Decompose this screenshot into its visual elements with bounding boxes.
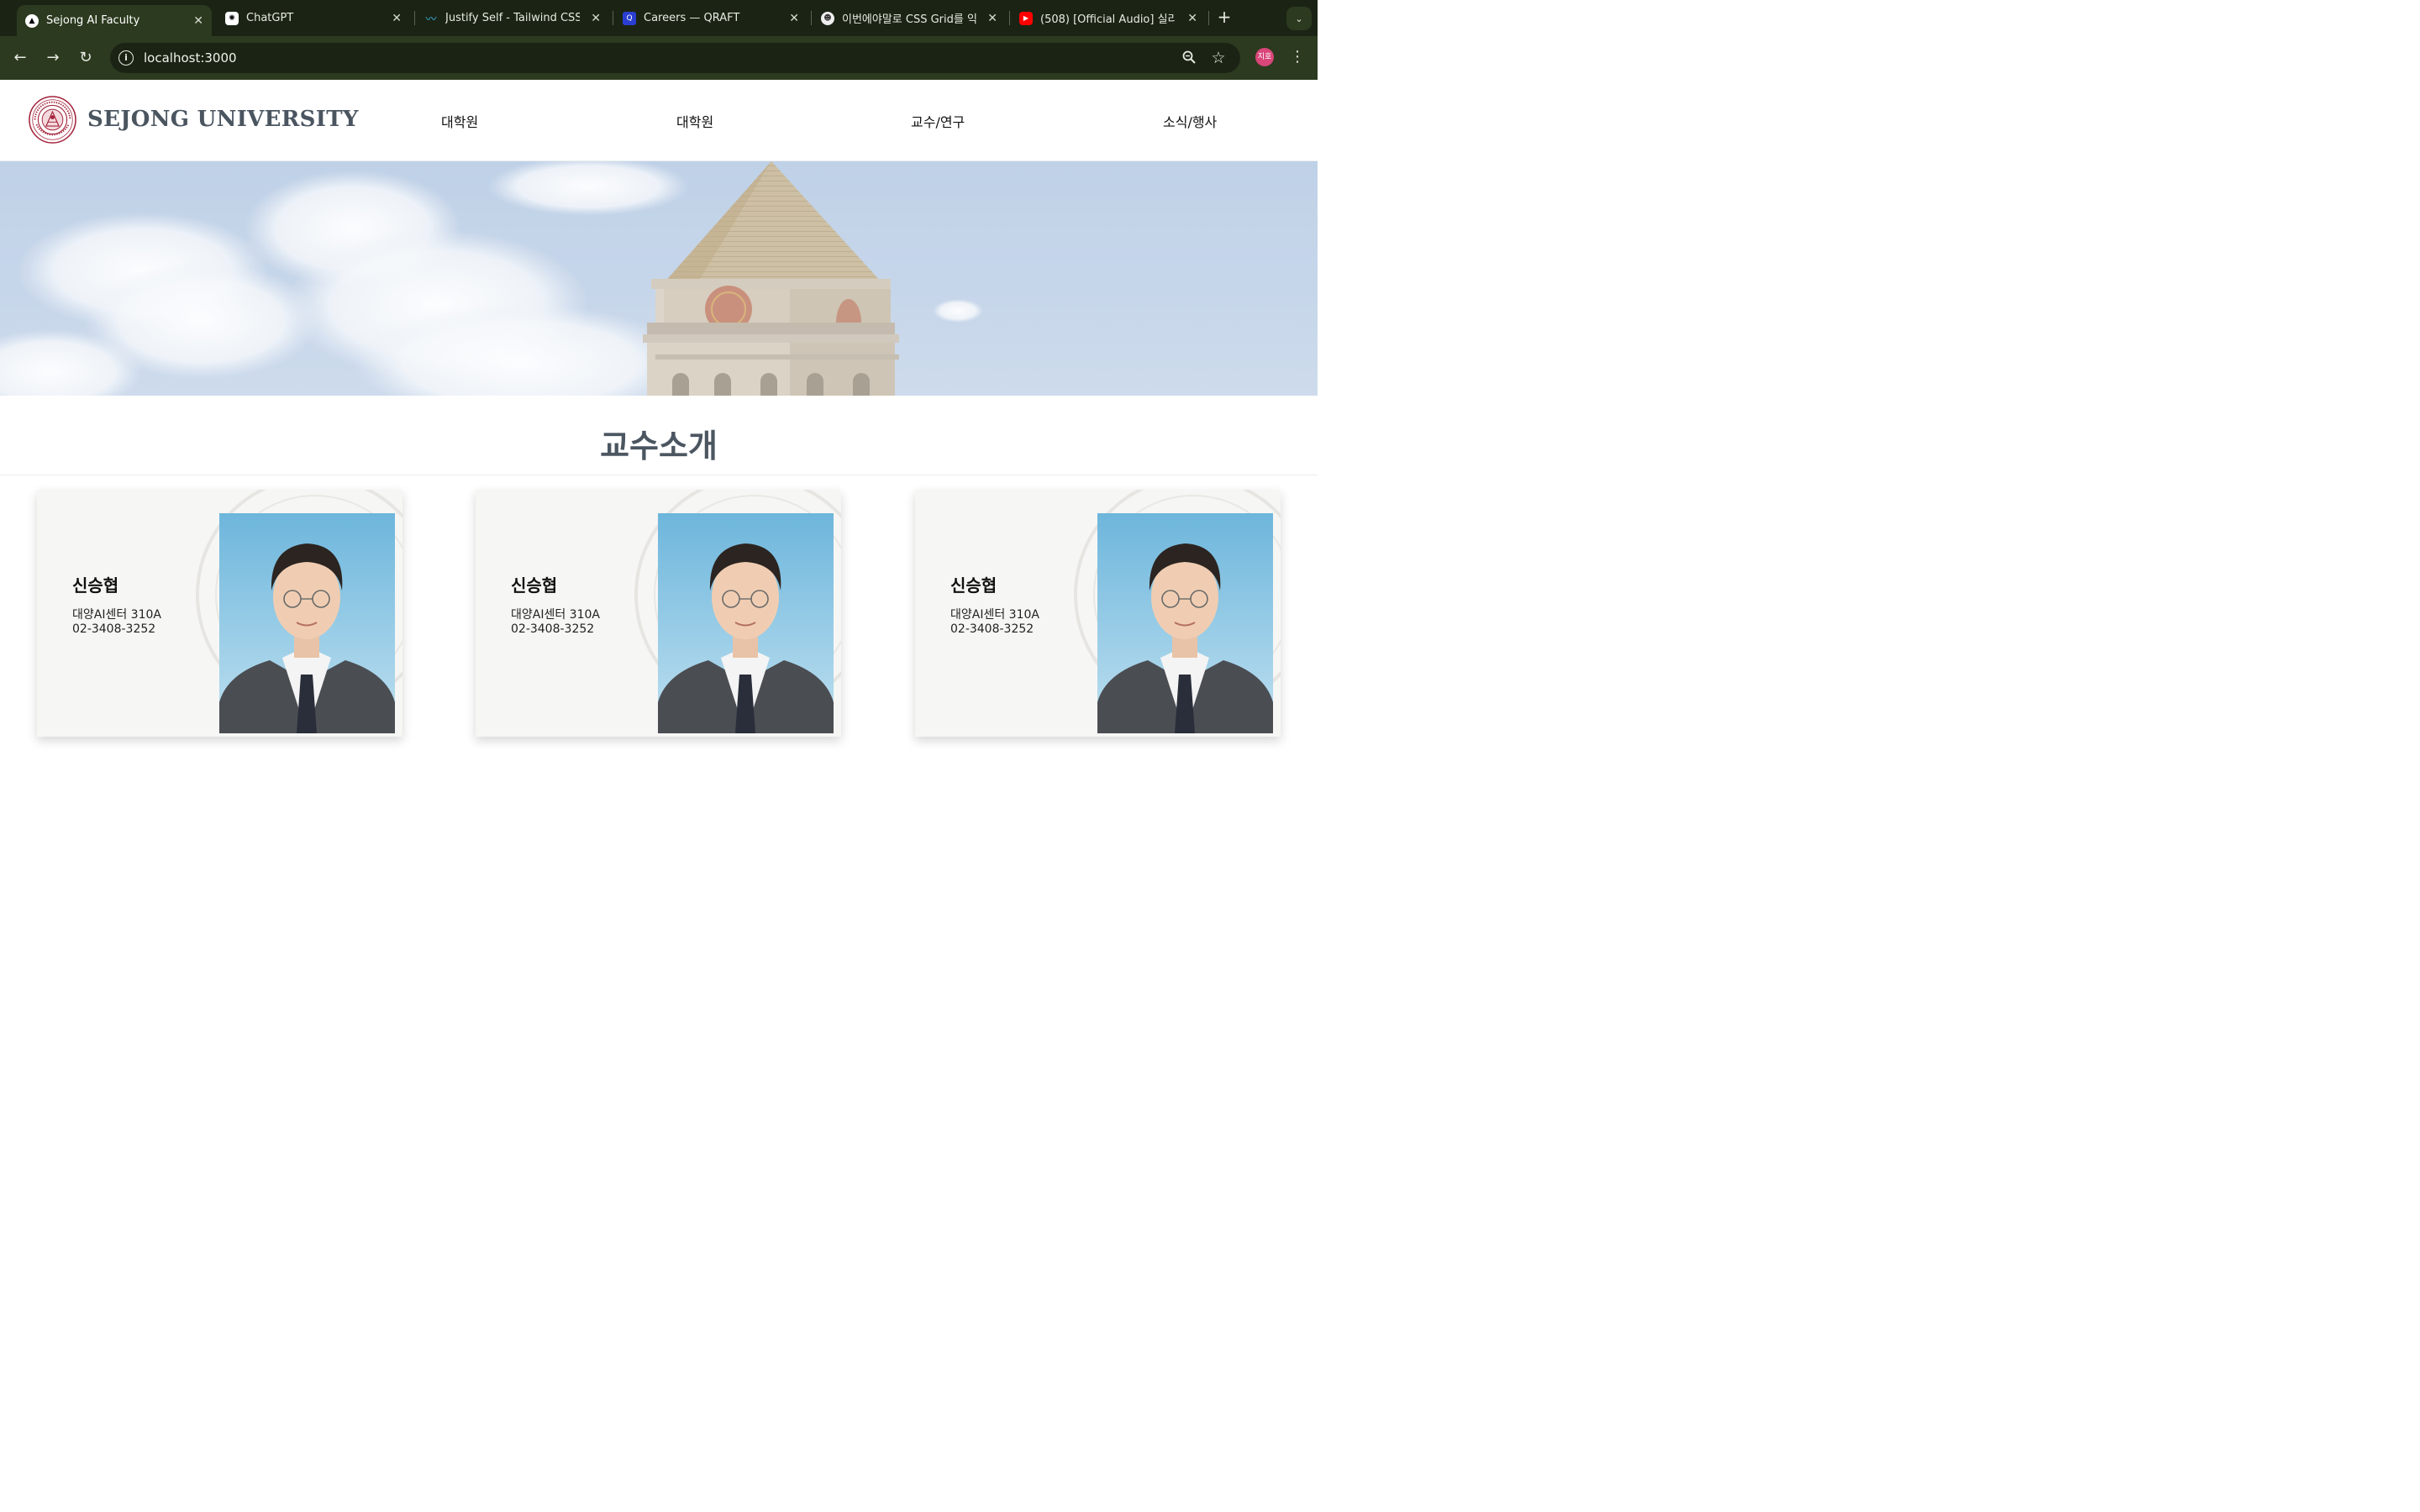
faculty-card[interactable]: 신승협 대양AI센터 310A 02-3408-3252 bbox=[37, 490, 402, 737]
nav-item-faculty-research[interactable]: 교수/연구 bbox=[911, 111, 965, 131]
tab-title: Justify Self - Tailwind CSS bbox=[445, 12, 580, 24]
nav-item-graduate-school-2[interactable]: 대학원 bbox=[676, 111, 713, 131]
faculty-phone: 02-3408-3252 bbox=[950, 622, 1034, 636]
nav-item-graduate-school-1[interactable]: 대학원 bbox=[441, 111, 478, 131]
tab-qraft-careers[interactable]: Q Careers — QRAFT ✕ bbox=[614, 0, 808, 36]
site-info-icon[interactable]: i bbox=[118, 50, 134, 66]
university-seal-logo[interactable] bbox=[29, 96, 76, 144]
faculty-office: 대양AI센터 310A bbox=[950, 608, 1039, 622]
faculty-photo bbox=[658, 513, 834, 733]
browser-menu-icon[interactable]: ⋮ bbox=[1289, 47, 1306, 67]
faculty-name: 신승협 bbox=[950, 575, 997, 596]
tailwind-icon: 〰 bbox=[425, 13, 437, 26]
hero-banner-image bbox=[0, 161, 1318, 396]
site-header: SEJONG UNIVERSITY 대학원 대학원 교수/연구 소식/행사 bbox=[0, 80, 1318, 161]
tab-separator bbox=[1009, 11, 1010, 25]
tab-title: ChatGPT bbox=[246, 12, 294, 24]
tab-youtube[interactable]: ▶ (508) [Official Audio] 실리 ✕ bbox=[1011, 0, 1206, 36]
tab-search-chevron-icon[interactable]: ⌄ bbox=[1286, 7, 1312, 30]
back-arrow-icon[interactable]: ← bbox=[9, 47, 31, 69]
zoom-icon[interactable] bbox=[1181, 50, 1197, 66]
tab-title: 이번에야말로 CSS Grid를 익혀 bbox=[842, 13, 976, 26]
faculty-card[interactable]: 신승협 대양AI센터 310A 02-3408-3252 bbox=[476, 490, 841, 737]
tab-separator bbox=[1208, 11, 1209, 25]
faculty-card[interactable]: 신승협 대양AI센터 310A 02-3408-3252 bbox=[915, 490, 1281, 737]
faculty-name: 신승협 bbox=[511, 575, 558, 596]
bookmark-star-icon[interactable]: ☆ bbox=[1210, 50, 1227, 66]
browser-tab-strip: ▲ Sejong AI Faculty ✕ ✺ ChatGPT ✕ 〰 Just… bbox=[0, 0, 1318, 36]
reload-icon[interactable]: ↻ bbox=[75, 47, 97, 69]
browser-toolbar: ← → ↻ i localhost:3000 ☆ bbox=[0, 36, 1318, 80]
profile-avatar[interactable]: 지호 bbox=[1255, 48, 1274, 66]
qraft-icon: Q bbox=[623, 11, 636, 25]
youtube-icon: ▶ bbox=[1019, 11, 1033, 25]
faculty-photo bbox=[219, 513, 395, 733]
close-icon[interactable]: ✕ bbox=[591, 12, 601, 25]
faculty-photo bbox=[1097, 513, 1273, 733]
tab-title: Careers — QRAFT bbox=[644, 12, 740, 24]
close-icon[interactable]: ✕ bbox=[987, 12, 997, 25]
close-icon[interactable]: ✕ bbox=[1187, 12, 1197, 25]
url-text[interactable]: localhost:3000 bbox=[144, 50, 237, 66]
close-icon[interactable]: ✕ bbox=[789, 12, 799, 25]
close-icon[interactable]: ✕ bbox=[392, 12, 402, 25]
ghost-icon: ☻ bbox=[821, 11, 834, 25]
tab-tailwind[interactable]: 〰 Justify Self - Tailwind CSS ✕ bbox=[416, 0, 609, 36]
tab-css-grid[interactable]: ☻ 이번에야말로 CSS Grid를 익혀 ✕ bbox=[813, 0, 1006, 36]
vercel-icon: ▲ bbox=[25, 13, 39, 28]
address-bar[interactable]: i localhost:3000 ☆ bbox=[110, 43, 1240, 73]
site-logo-text[interactable]: SEJONG UNIVERSITY bbox=[87, 107, 359, 132]
tab-chatgpt[interactable]: ✺ ChatGPT ✕ bbox=[217, 0, 410, 36]
close-icon[interactable]: ✕ bbox=[193, 14, 203, 28]
tab-separator bbox=[414, 11, 415, 25]
faculty-name: 신승협 bbox=[72, 575, 119, 596]
faculty-office: 대양AI센터 310A bbox=[72, 608, 161, 622]
nav-item-news-events[interactable]: 소식/행사 bbox=[1163, 111, 1217, 131]
tab-sejong-ai-faculty[interactable]: ▲ Sejong AI Faculty ✕ bbox=[17, 5, 212, 36]
tab-separator bbox=[811, 11, 812, 25]
faculty-office: 대양AI센터 310A bbox=[511, 608, 600, 622]
chatgpt-icon: ✺ bbox=[225, 11, 239, 25]
forward-arrow-icon[interactable]: → bbox=[42, 47, 64, 69]
faculty-phone: 02-3408-3252 bbox=[511, 622, 595, 636]
page-title: 교수소개 bbox=[600, 428, 718, 465]
tab-title: Sejong AI Faculty bbox=[46, 14, 140, 27]
faculty-phone: 02-3408-3252 bbox=[72, 622, 156, 636]
new-tab-plus-icon[interactable]: + bbox=[1215, 8, 1234, 27]
tab-title: (508) [Official Audio] 실리 bbox=[1040, 13, 1175, 26]
